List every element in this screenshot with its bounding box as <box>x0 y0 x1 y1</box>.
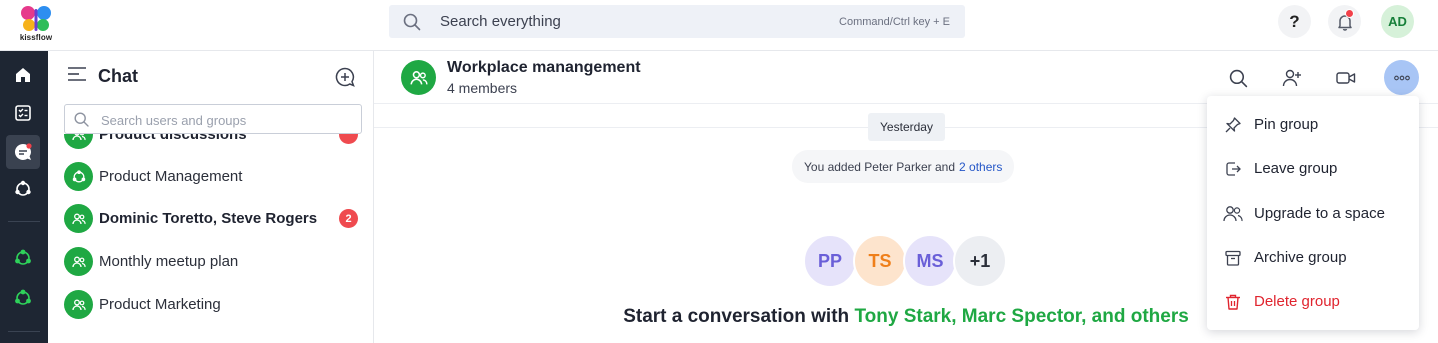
more-horizontal-icon <box>1393 75 1410 80</box>
list-item-name: Monthly meetup plan <box>99 253 239 270</box>
list-item-name: Product discussions <box>99 134 247 143</box>
member-avatar[interactable]: PP <box>803 234 857 288</box>
members-count[interactable]: 4 members <box>447 80 517 96</box>
list-item-name: Product Marketing <box>99 296 221 313</box>
menu-item-leave-group[interactable]: Leave group <box>1207 147 1419 191</box>
home-icon <box>16 68 30 82</box>
pin-icon <box>1222 114 1244 136</box>
global-search[interactable]: Search everything Command/Ctrl key + E <box>389 5 965 38</box>
space-icon <box>15 249 31 265</box>
group-icon <box>71 134 86 140</box>
hub-icon <box>15 180 31 196</box>
system-message-text: You added Peter Parker and <box>804 159 956 174</box>
help-button[interactable]: ? <box>1278 5 1311 38</box>
search-shortcut-hint: Command/Ctrl key + E <box>839 16 950 28</box>
menu-item-archive-group[interactable]: Archive group <box>1207 236 1419 280</box>
rail-space-2[interactable] <box>6 281 40 315</box>
butterfly-logo-icon <box>21 6 51 31</box>
notifications-button[interactable] <box>1328 5 1361 38</box>
list-item[interactable]: Product Management <box>48 156 374 196</box>
tasks-icon <box>15 105 31 121</box>
menu-item-label: Upgrade to a space <box>1254 205 1385 222</box>
video-call-button[interactable] <box>1332 64 1360 92</box>
rail-tasks[interactable] <box>6 96 40 130</box>
more-members-avatar[interactable]: +1 <box>953 234 1007 288</box>
list-item[interactable]: Product discussions <box>48 134 374 154</box>
chat-list: Product discussions Product Management D… <box>48 134 374 343</box>
member-avatar[interactable]: TS <box>853 234 907 288</box>
hub-icon <box>72 169 85 182</box>
rail-home[interactable] <box>6 58 40 92</box>
list-item-name: Product Management <box>99 168 243 185</box>
rail-space-1[interactable] <box>6 241 40 275</box>
add-member-button[interactable] <box>1278 64 1306 92</box>
add-user-icon <box>1282 69 1301 87</box>
group-avatar <box>64 290 93 319</box>
list-item[interactable]: Monthly meetup plan <box>48 241 374 281</box>
menu-item-label: Pin group <box>1254 116 1319 133</box>
users-icon <box>1222 203 1244 225</box>
rail-divider <box>8 331 40 332</box>
new-chat-button[interactable] <box>335 67 355 92</box>
chat-list-panel: Chat Search users and groups Product dis… <box>48 51 374 343</box>
list-item-name: Dominic Toretto, Steve Rogers <box>99 210 318 227</box>
start-names: Tony Stark, Marc Spector, and others <box>854 306 1189 327</box>
notification-dot <box>1345 9 1354 18</box>
others-link[interactable]: 2 others <box>959 160 1002 174</box>
panel-header: Chat <box>68 66 138 87</box>
group-name: Workplace manangement <box>447 59 641 76</box>
logo-text: kissflow <box>19 33 53 42</box>
menu-item-label: Delete group <box>1254 293 1340 310</box>
video-icon <box>1336 72 1356 84</box>
app-rail <box>0 51 48 343</box>
group-avatar[interactable] <box>401 60 436 95</box>
new-chat-icon <box>335 67 355 87</box>
menu-item-label: Archive group <box>1254 249 1347 266</box>
unread-badge: 2 <box>339 209 358 228</box>
panel-title: Chat <box>98 66 138 86</box>
group-avatar <box>64 247 93 276</box>
rail-chat[interactable] <box>6 135 40 169</box>
rail-divider <box>8 221 40 222</box>
rail-hub[interactable] <box>6 172 40 206</box>
menu-item-pin-group[interactable]: Pin group <box>1207 103 1419 147</box>
list-item[interactable]: Product Marketing <box>48 284 374 324</box>
menu-item-upgrade-space[interactable]: Upgrade to a space <box>1207 192 1419 236</box>
chat-search-input[interactable]: Search users and groups <box>64 104 362 134</box>
archive-icon <box>1222 247 1244 269</box>
space-avatar <box>64 162 93 191</box>
search-placeholder: Search everything <box>440 13 561 30</box>
chat-icon <box>14 143 32 160</box>
menu-item-delete-group[interactable]: Delete group <box>1207 280 1419 324</box>
unread-badge <box>339 134 358 144</box>
search-icon <box>74 112 89 132</box>
user-initials: AD <box>1388 14 1407 29</box>
collapse-menu-icon[interactable] <box>68 67 86 86</box>
group-avatar <box>64 134 93 149</box>
top-bar: kissflow Search everything Command/Ctrl … <box>0 0 1438 51</box>
user-avatar[interactable]: AD <box>1381 5 1414 38</box>
menu-item-label: Leave group <box>1254 160 1338 177</box>
search-icon <box>403 13 421 36</box>
space-icon <box>15 289 31 305</box>
help-icon: ? <box>1289 11 1300 31</box>
group-options-menu: Pin group Leave group Upgrade to a space… <box>1207 96 1419 330</box>
start-prefix: Start a conversation with <box>623 306 850 327</box>
search-icon <box>1229 69 1247 87</box>
more-options-button[interactable] <box>1384 60 1419 95</box>
kissflow-logo[interactable]: kissflow <box>18 4 54 42</box>
group-icon <box>410 70 427 85</box>
leave-icon <box>1222 158 1244 180</box>
chat-search-placeholder: Search users and groups <box>101 113 247 128</box>
group-icon <box>71 256 86 267</box>
group-avatar <box>64 204 93 233</box>
system-message: You added Peter Parker and 2 others <box>792 150 1015 183</box>
group-icon <box>71 299 86 310</box>
group-icon <box>71 213 86 224</box>
member-avatar[interactable]: MS <box>903 234 957 288</box>
search-chat-button[interactable] <box>1224 64 1252 92</box>
day-divider-label: Yesterday <box>868 113 945 141</box>
list-item[interactable]: Dominic Toretto, Steve Rogers 2 <box>48 198 374 238</box>
trash-icon <box>1222 291 1244 313</box>
